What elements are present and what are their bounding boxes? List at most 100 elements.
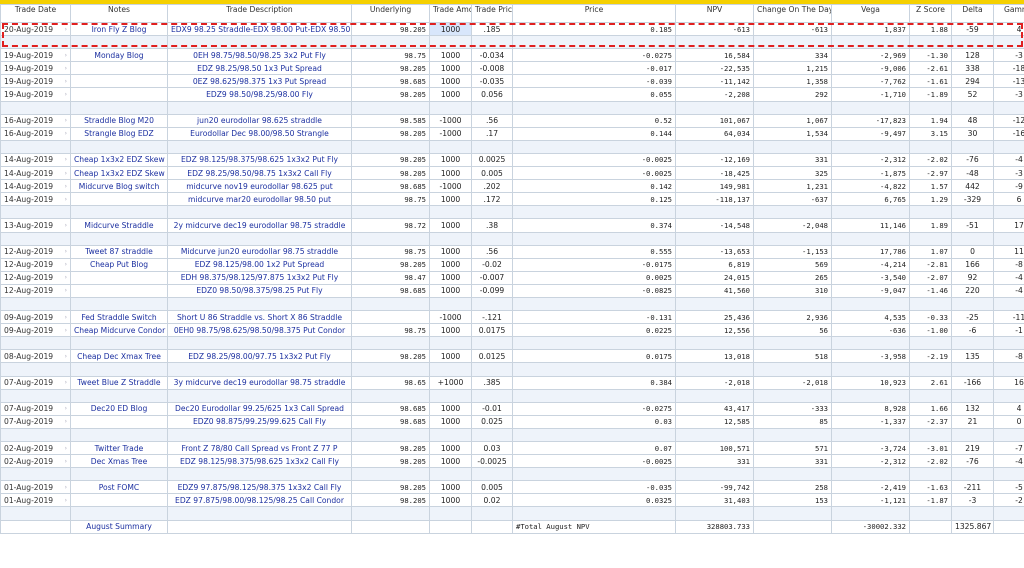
delta-cell[interactable]: 52 xyxy=(951,87,994,102)
trade-price-cell[interactable]: -0.0025 xyxy=(471,454,513,469)
header-delta[interactable]: Delta xyxy=(951,4,994,23)
table-row[interactable]: 07-Aug-2019 › Tweet Blue Z Straddle 3y midc… xyxy=(0,375,1024,390)
notes-cell[interactable]: Cheap Midcurve Condor xyxy=(70,323,168,338)
vega-cell[interactable]: 6,765 xyxy=(831,192,910,207)
trade-description-cell[interactable]: EDZ 98.25/98.50 1x3 Put Spread xyxy=(167,61,352,76)
vega-cell[interactable]: -1,121 xyxy=(831,493,910,508)
row-expand-icon[interactable]: › xyxy=(65,482,67,493)
vega-cell[interactable]: 4,535 xyxy=(831,310,910,325)
trade-price-cell[interactable]: -0.02 xyxy=(471,257,513,272)
empty-cell[interactable] xyxy=(471,467,513,482)
trade-description-cell[interactable]: EDZ9 97.875/98.125/98.375 1x3x2 Call Fly xyxy=(167,480,352,495)
delta-cell[interactable]: 0 xyxy=(951,244,994,259)
empty-cell[interactable] xyxy=(70,388,168,403)
price-cell[interactable]: -0.017 xyxy=(512,61,676,76)
trade-date-cell[interactable]: 12-Aug-2019 › xyxy=(0,257,71,272)
empty-cell[interactable] xyxy=(167,467,352,482)
empty-cell[interactable] xyxy=(70,231,168,246)
empty-cell[interactable] xyxy=(471,336,513,351)
trade-description-cell[interactable]: Front Z 78/80 Call Spread vs Front Z 77 … xyxy=(167,440,352,456)
table-row[interactable]: 13-Aug-2019 › Midcurve Straddle 2y midcurve… xyxy=(0,218,1024,233)
vega-cell[interactable]: 17,786 xyxy=(831,244,910,259)
gamma-cell[interactable]: 0 xyxy=(993,414,1024,429)
trade-price-cell[interactable]: -0.01 xyxy=(471,401,513,416)
trade-amount-cell[interactable]: -1000 xyxy=(429,113,472,128)
empty-cell[interactable] xyxy=(167,427,352,443)
gamma-cell[interactable]: 16 xyxy=(993,375,1024,390)
notes-cell[interactable]: Tweet 87 straddle xyxy=(70,244,168,259)
trade-price-cell[interactable]: 0.0175 xyxy=(471,323,513,338)
price-cell[interactable]: 0.125 xyxy=(512,192,676,207)
z-score-cell[interactable]: -2.02 xyxy=(909,454,952,469)
empty-cell[interactable] xyxy=(0,231,71,246)
empty-cell[interactable] xyxy=(909,427,952,443)
empty-cell[interactable] xyxy=(471,427,513,443)
trade-date-cell[interactable]: 09-Aug-2019 › xyxy=(0,310,71,325)
delta-cell[interactable]: 166 xyxy=(951,257,994,272)
empty-cell[interactable] xyxy=(909,100,952,115)
delta-cell[interactable]: -166 xyxy=(951,375,994,390)
empty-cell[interactable] xyxy=(993,336,1024,351)
empty-cell[interactable] xyxy=(831,100,910,115)
delta-cell[interactable]: -211 xyxy=(951,480,994,495)
empty-cell[interactable] xyxy=(909,336,952,351)
empty-cell[interactable] xyxy=(753,506,832,521)
underlying-cell[interactable]: 98.205 xyxy=(351,480,430,495)
trade-date-cell[interactable]: 14-Aug-2019 › xyxy=(0,192,71,207)
delta-cell[interactable]: -25 xyxy=(951,310,994,325)
underlying-cell[interactable] xyxy=(351,310,430,325)
price-cell[interactable]: 0.07 xyxy=(512,440,676,456)
empty-cell[interactable] xyxy=(429,336,472,351)
delta-cell[interactable]: -48 xyxy=(951,166,994,181)
change-on-the-day-cell[interactable]: 85 xyxy=(753,414,832,429)
price-cell[interactable]: -0.0025 xyxy=(512,152,676,168)
empty-cell[interactable] xyxy=(831,231,910,246)
trade-description-cell[interactable]: midcurve mar20 eurodollar 98.50 put xyxy=(167,192,352,207)
table-row[interactable]: 16-Aug-2019 › Strangle Blog EDZ Eurodollar … xyxy=(0,126,1024,141)
header-notes[interactable]: Notes xyxy=(70,4,168,23)
trade-description-cell[interactable]: EDZ0 98.50/98.375/98.25 Put Fly xyxy=(167,283,352,298)
empty-cell[interactable] xyxy=(167,231,352,246)
notes-cell[interactable] xyxy=(70,414,168,429)
header-npv[interactable]: NPV xyxy=(675,4,754,23)
gamma-cell[interactable]: -16 xyxy=(993,126,1024,141)
vega-cell[interactable]: -17,823 xyxy=(831,113,910,128)
empty-cell[interactable] xyxy=(167,100,352,115)
npv-cell[interactable]: -14,548 xyxy=(675,218,754,233)
empty-cell[interactable] xyxy=(70,296,168,312)
gamma-cell[interactable]: -3 xyxy=(993,48,1024,63)
change-on-the-day-cell[interactable]: 331 xyxy=(753,454,832,469)
delta-cell[interactable]: -76 xyxy=(951,454,994,469)
npv-cell[interactable]: -18,425 xyxy=(675,166,754,181)
trade-price-cell[interactable]: 0.02 xyxy=(471,493,513,508)
empty-cell[interactable] xyxy=(512,231,676,246)
empty-cell[interactable] xyxy=(753,296,832,312)
trade-date-cell[interactable]: 07-Aug-2019 › xyxy=(0,401,71,416)
notes-cell[interactable] xyxy=(70,87,168,102)
header-trade-description[interactable]: Trade Description xyxy=(167,4,352,23)
empty-cell[interactable] xyxy=(993,231,1024,246)
empty-cell[interactable] xyxy=(429,388,472,403)
delta-cell[interactable]: 294 xyxy=(951,74,994,89)
trade-amount-cell[interactable]: 1000 xyxy=(429,166,472,181)
vega-cell[interactable]: -2,969 xyxy=(831,48,910,63)
gamma-cell[interactable]: -12 xyxy=(993,113,1024,128)
z-score-cell[interactable]: -1.30 xyxy=(909,48,952,63)
delta-cell[interactable]: 48 xyxy=(951,113,994,128)
empty-cell[interactable] xyxy=(167,362,352,377)
empty-cell[interactable] xyxy=(753,100,832,115)
trade-description-cell[interactable]: 0EH0 98.75/98.625/98.50/98.375 Put Condo… xyxy=(167,323,352,338)
trade-date-cell[interactable]: 19-Aug-2019 › xyxy=(0,48,71,63)
blank-row[interactable] xyxy=(0,388,1024,403)
trade-description-cell[interactable]: EDZ 98.25/98.50/98.75 1x3x2 Call Fly xyxy=(167,166,352,181)
price-cell[interactable]: -0.0175 xyxy=(512,257,676,272)
vega-cell[interactable]: -636 xyxy=(831,323,910,338)
underlying-cell[interactable]: 98.205 xyxy=(351,126,430,141)
npv-cell[interactable]: 64,034 xyxy=(675,126,754,141)
empty-cell[interactable] xyxy=(351,506,430,521)
trade-amount-cell[interactable]: 1000 xyxy=(429,244,472,259)
row-expand-icon[interactable]: › xyxy=(65,168,67,179)
table-row[interactable]: 19-Aug-2019 › Monday Blog 0EH 98.75/98.50/9… xyxy=(0,48,1024,63)
trade-date-cell[interactable]: 07-Aug-2019 › xyxy=(0,414,71,429)
row-expand-icon[interactable]: › xyxy=(65,259,67,270)
